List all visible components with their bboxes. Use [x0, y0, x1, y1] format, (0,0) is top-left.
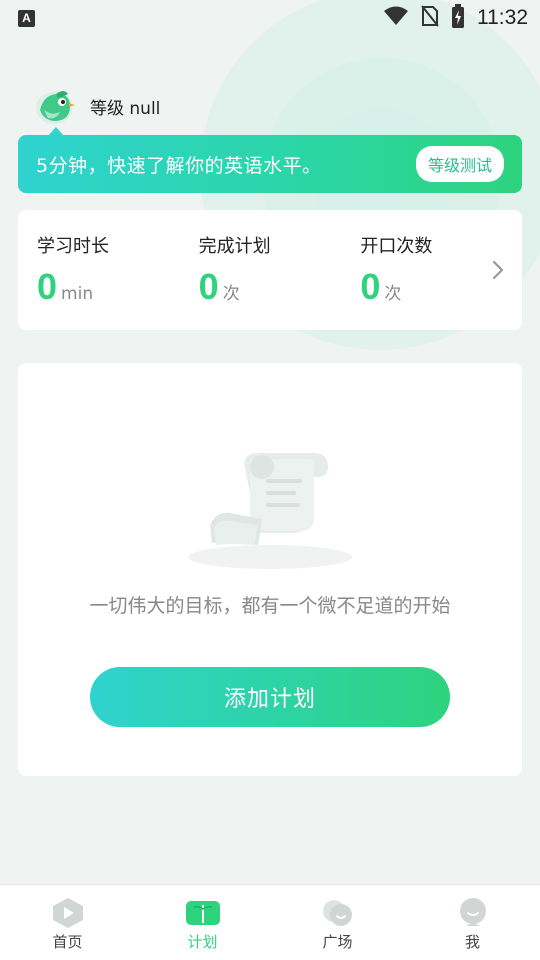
stat-value: 0: [198, 266, 219, 307]
person-face-icon: [456, 897, 490, 929]
tab-label: 广场: [322, 933, 353, 951]
stat-value: 0: [360, 266, 381, 307]
stat-label: 学习时长: [37, 236, 109, 257]
status-time: 11:32: [477, 6, 528, 29]
level-test-button[interactable]: 等级测试: [415, 146, 504, 182]
plan-card: 一切伟大的目标，都有一个微不足道的开始 添加计划: [18, 363, 522, 776]
book-icon: [185, 897, 220, 929]
tab-label: 首页: [52, 933, 83, 951]
play-hexagon-icon: [51, 897, 85, 929]
status-bar: A 11:32: [0, 0, 540, 36]
no-sim-icon: [421, 5, 439, 31]
banner-text: 5分钟，快速了解你的英语水平。: [36, 154, 322, 177]
tab-label: 计划: [187, 933, 218, 951]
battery-charging-icon: [451, 4, 465, 32]
stat-label: 完成计划: [198, 236, 271, 257]
stat-completed-plans: 完成计划 0 次: [199, 232, 361, 308]
tab-me[interactable]: 我: [405, 885, 540, 960]
level-test-banner[interactable]: 5分钟，快速了解你的英语水平。 等级测试: [18, 135, 522, 193]
empty-state-text: 一切伟大的目标，都有一个微不足道的开始: [89, 595, 451, 617]
bottom-tab-bar: 首页 计划 广场 我: [0, 884, 540, 960]
stat-value: 0: [37, 266, 58, 307]
tab-home[interactable]: 首页: [0, 885, 135, 960]
add-plan-button[interactable]: 添加计划: [90, 667, 450, 727]
level-label: 等级 null: [90, 98, 161, 119]
stat-unit: 次: [222, 284, 240, 304]
chat-bubbles-icon: [321, 897, 355, 929]
stat-unit: min: [61, 284, 94, 304]
stats-card[interactable]: 学习时长 0 min 完成计划 0 次 开口次数 0 次: [18, 210, 522, 330]
profile-level-row[interactable]: 等级 null: [34, 86, 160, 126]
chevron-right-icon[interactable]: [492, 260, 504, 284]
tab-plan[interactable]: 计划: [135, 885, 270, 960]
wifi-icon: [383, 6, 409, 30]
empty-scroll-illustration-icon: [186, 449, 356, 573]
stat-unit: 次: [384, 284, 402, 304]
stat-label: 开口次数: [360, 236, 433, 257]
tab-square[interactable]: 广场: [270, 885, 405, 960]
stat-study-duration: 学习时长 0 min: [37, 232, 199, 308]
tab-label: 我: [464, 933, 480, 951]
accessibility-a-icon: A: [18, 9, 35, 27]
bird-avatar-icon[interactable]: [34, 86, 76, 126]
